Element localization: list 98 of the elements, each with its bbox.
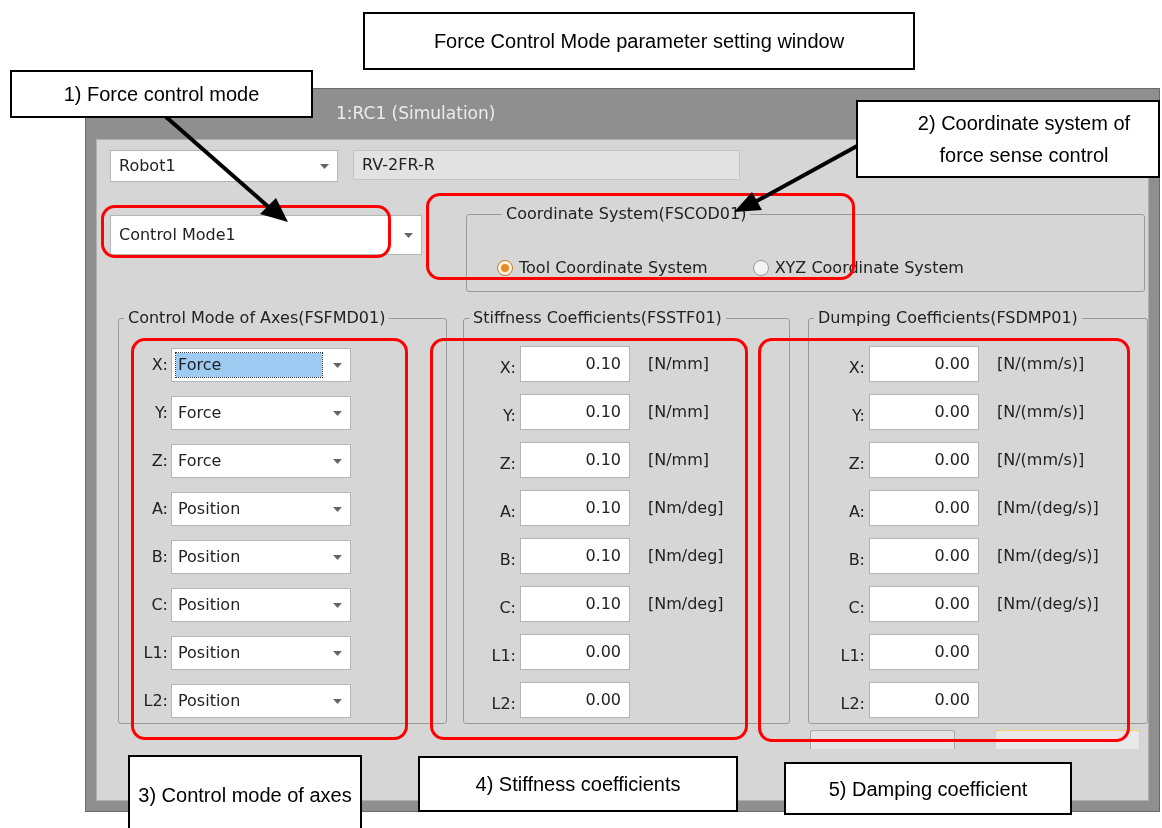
- axis-label: L2:: [839, 693, 866, 715]
- unit-label: [N/(mm/s)]: [997, 401, 1085, 423]
- unit-label: [Nm/(deg/s)]: [997, 497, 1099, 519]
- axis-label: Z:: [498, 453, 517, 475]
- axis-label: C:: [498, 597, 517, 619]
- value-field[interactable]: 0.10: [520, 586, 630, 622]
- value-field[interactable]: 0.00: [869, 346, 979, 382]
- axis-label: X:: [847, 357, 866, 379]
- callout-label: 2) Coordinate system of force sense control: [856, 100, 1160, 178]
- axis-label: Y:: [501, 405, 517, 427]
- value-field[interactable]: 0.10: [520, 394, 630, 430]
- axis-mode-dropdown[interactable]: Force: [171, 444, 351, 478]
- value-field[interactable]: 0.10: [520, 490, 630, 526]
- axis-label: Y:: [153, 402, 169, 424]
- unit-label: [Nm/(deg/s)]: [997, 545, 1099, 567]
- value-field[interactable]: 0.00: [869, 394, 979, 430]
- caret-icon: [320, 163, 329, 169]
- value-field[interactable]: 0.00: [869, 538, 979, 574]
- axis-mode-dropdown[interactable]: Position: [171, 540, 351, 574]
- dropdown-value: Position: [177, 642, 242, 664]
- axis-label: X:: [150, 354, 169, 376]
- axis-label: Z:: [150, 450, 169, 472]
- value-field[interactable]: 0.00: [869, 490, 979, 526]
- dropdown-value: Force: [177, 402, 223, 424]
- callout-label: Force Control Mode parameter setting window: [363, 12, 915, 70]
- dropdown-value: Position: [177, 498, 242, 520]
- unit-label: [Nm/deg]: [648, 593, 724, 615]
- window-title: 1:RC1 (Simulation): [336, 102, 496, 126]
- axis-label: L1:: [490, 645, 517, 667]
- caret-icon: [404, 232, 413, 238]
- caret-icon: [333, 602, 342, 608]
- axis-label: B:: [498, 549, 517, 571]
- value-field[interactable]: 0.10: [520, 538, 630, 574]
- value-field[interactable]: 0.10: [520, 442, 630, 478]
- axis-label: L1:: [839, 645, 866, 667]
- value-field[interactable]: 0.10: [520, 346, 630, 382]
- caret-icon: [333, 410, 342, 416]
- value-field[interactable]: 0.00: [869, 682, 979, 718]
- unit-label: [Nm/deg]: [648, 545, 724, 567]
- value-field[interactable]: 0.00: [869, 442, 979, 478]
- callout-label: 5) Damping coefficient: [784, 762, 1072, 815]
- radio-button[interactable]: [752, 260, 769, 276]
- axis-label: A:: [150, 498, 169, 520]
- axis-label: C:: [847, 597, 866, 619]
- unit-label: [N/mm]: [648, 449, 709, 471]
- axis-label: B:: [150, 546, 169, 568]
- axis-label: B:: [847, 549, 866, 571]
- unit-label: [N/mm]: [648, 353, 709, 375]
- value-field[interactable]: 0.00: [520, 682, 630, 718]
- axis-mode-dropdown[interactable]: Position: [171, 588, 351, 622]
- group-legend: Stiffness Coefficients(FSSTF01): [469, 306, 726, 330]
- unit-label: [Nm/deg]: [648, 497, 724, 519]
- value-field[interactable]: 0.00: [520, 634, 630, 670]
- model-field: RV-2FR-R: [353, 150, 740, 180]
- axis-label: A:: [847, 501, 866, 523]
- axis-mode-dropdown[interactable]: Force: [171, 396, 351, 430]
- caret-icon: [333, 506, 342, 512]
- value-field[interactable]: 0.00: [869, 634, 979, 670]
- callout-label: 4) Stiffness coefficients: [418, 756, 738, 812]
- caret-icon: [333, 554, 342, 560]
- value-field[interactable]: 0.00: [869, 586, 979, 622]
- dropdown-value: Control Mode1: [119, 224, 236, 246]
- unit-label: [N/(mm/s)]: [997, 353, 1085, 375]
- group-legend: Control Mode of Axes(FSFMD01): [124, 306, 390, 330]
- axis-label: L2:: [490, 693, 517, 715]
- unit-label: [N/(mm/s)]: [997, 449, 1085, 471]
- unit-label: [Nm/(deg/s)]: [997, 593, 1099, 615]
- caret-icon: [333, 458, 342, 464]
- group-legend: Coordinate System(FSCOD01): [502, 202, 751, 226]
- dropdown-value: Position: [177, 594, 242, 616]
- caret-icon: [333, 698, 342, 704]
- axis-label: Z:: [847, 453, 866, 475]
- axis-label: C:: [150, 594, 169, 616]
- control-mode-dropdown[interactable]: Control Mode1: [110, 215, 422, 255]
- robot-dropdown[interactable]: Robot1: [110, 150, 338, 182]
- caret-icon: [333, 362, 342, 368]
- axis-label: L1:: [142, 642, 169, 664]
- radio-label: Tool Coordinate System: [519, 257, 708, 279]
- dialog-button[interactable]: [995, 730, 1140, 749]
- axis-label: Y:: [850, 405, 866, 427]
- dropdown-value: Force: [176, 353, 322, 377]
- axis-label: L2:: [142, 690, 169, 712]
- callout-label: 3) Control mode of axes: [128, 755, 362, 828]
- dropdown-value: Position: [177, 546, 242, 568]
- axis-label: X:: [498, 357, 517, 379]
- dropdown-value: Position: [177, 690, 242, 712]
- axis-mode-dropdown[interactable]: Position: [171, 636, 351, 670]
- dropdown-value: Robot1: [119, 155, 176, 177]
- dropdown-value: Force: [177, 450, 223, 472]
- group-legend: Dumping Coefficients(FSDMP01): [814, 306, 1082, 330]
- radio-button[interactable]: [497, 260, 513, 276]
- axis-mode-dropdown[interactable]: Position: [171, 684, 351, 718]
- axis-mode-dropdown[interactable]: Force: [171, 348, 351, 382]
- callout-label: 1) Force control mode: [10, 70, 313, 118]
- axis-mode-dropdown[interactable]: Position: [171, 492, 351, 526]
- axis-label: A:: [498, 501, 517, 523]
- unit-label: [N/mm]: [648, 401, 709, 423]
- caret-icon: [333, 650, 342, 656]
